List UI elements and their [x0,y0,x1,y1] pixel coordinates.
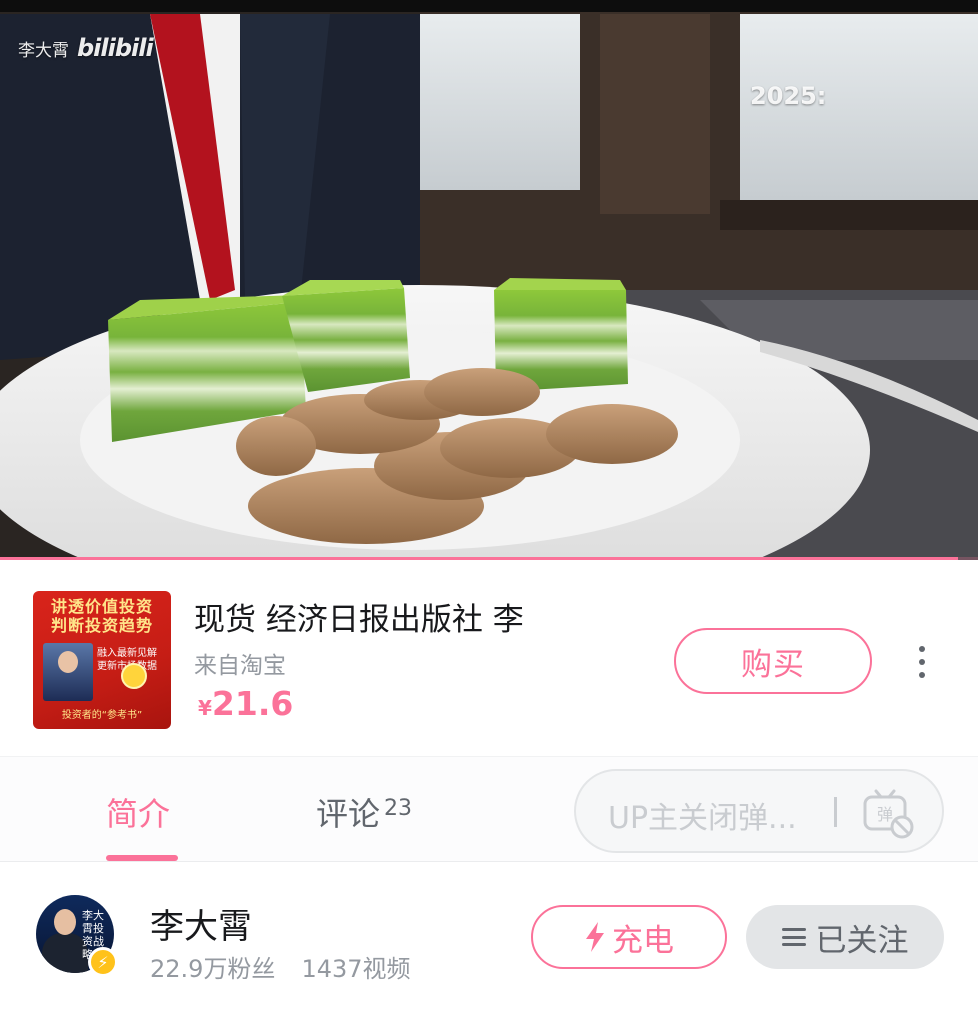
product-source: 来自淘宝 [194,653,286,679]
product-price: ¥21.6 [198,684,293,723]
charge-label: 充电 [612,922,674,959]
tab-comments-label: 评论 [316,795,381,833]
cover-author-photo [43,643,93,701]
tab-comments[interactable]: 评论 23 [316,789,412,835]
cover-line-1: 讲透价值投资 [50,597,153,616]
danmaku-divider [834,797,837,827]
video-timestamp: 2025: [750,82,827,110]
video-player[interactable]: 李大霄 bilibili 2025: [0,0,978,560]
uploader-name[interactable]: 李大霄 [150,899,252,948]
product-title[interactable]: 现货 经济日报出版社 李 [194,594,524,639]
bilibili-logo: bilibili [77,34,154,62]
watermark-author: 李大霄 [18,40,69,61]
video-detail-page: 李大霄 bilibili 2025: 讲透价值投资 判断投资趋势 融入最新见解 … [0,0,978,1024]
video-progress-bar[interactable] [0,557,978,560]
uploader-stats: 22.9万粉丝 1437视频 [150,949,411,984]
lightning-icon [586,922,604,952]
comments-count: 23 [384,796,413,821]
follow-label: 已关注 [815,922,909,959]
price-value: 21.6 [211,684,294,723]
charge-button[interactable]: 充电 [531,905,727,969]
tab-intro[interactable]: 简介 [106,789,170,835]
svg-text:弹: 弹 [877,805,893,824]
more-vertical-icon[interactable] [908,642,936,682]
danmaku-placeholder: UP主关闭弹... [608,801,797,836]
avatar-face [54,909,76,935]
cover-footer: 投资者的“参考书” [61,710,143,721]
buy-button[interactable]: 购买 [674,628,872,694]
lightning-icon: ⚡ [88,947,118,977]
cover-badge-icon [121,663,147,689]
menu-icon [781,928,806,946]
follow-button[interactable]: 已关注 [746,905,944,969]
product-cover-image[interactable]: 讲透价值投资 判断投资趋势 融入最新见解 更新市场数据 投资者的“参考书” [33,591,171,729]
product-card[interactable]: 讲透价值投资 判断投资趋势 融入最新见解 更新市场数据 投资者的“参考书” 现货… [0,566,978,756]
status-bar [0,0,978,12]
video-count: 1437视频 [301,955,411,983]
cover-headline: 讲透价值投资 判断投资趋势 [39,597,165,635]
uploader-section: 李大霄投资战略 ⚡ 李大霄 22.9万粉丝 1437视频 充电 已关注 [0,863,978,1024]
danmaku-off-icon[interactable]: 弹 [860,785,916,841]
video-watermark: 李大霄 bilibili [18,34,154,62]
fans-count: 22.9万粉丝 [150,955,276,983]
price-currency: ¥ [198,696,212,720]
danmaku-input[interactable]: UP主关闭弹... 弹 [574,769,944,853]
detail-tabs: 简介 评论 23 UP主关闭弹... 弹 [0,756,978,862]
video-progress-fill [0,557,959,560]
tab-active-indicator [106,855,178,861]
cover-line-2: 判断投资趋势 [50,616,153,635]
